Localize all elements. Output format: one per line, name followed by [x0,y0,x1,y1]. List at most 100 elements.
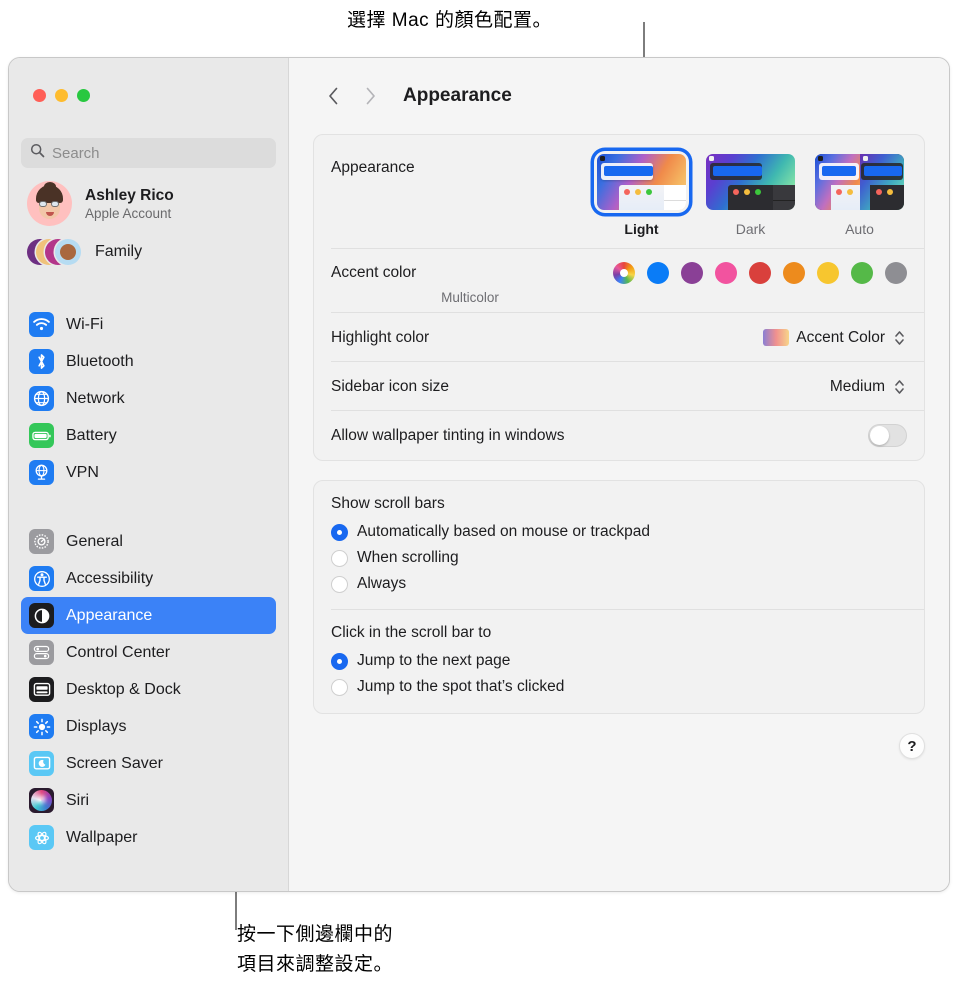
sidebar-item-vpn[interactable]: VPN [21,454,276,491]
radio-label: Jump to the next page [357,652,511,669]
callout-bottom-text: 按一下側邊欄中的 項目來調整設定。 [237,920,393,980]
theme-thumbnail-dark[interactable] [703,151,798,213]
sidebar-item-displays[interactable]: Displays [21,708,276,745]
radio-label: When scrolling [357,549,459,566]
accent-color-caption: Multicolor [441,290,499,305]
radio-button[interactable] [331,652,348,670]
sidebar-item-label: Appearance [66,606,153,624]
callout-top-text: 選擇 Mac 的顏色配置。 [347,10,552,31]
help-button[interactable]: ? [899,733,925,759]
minimize-button[interactable] [55,89,68,102]
accent-swatch-green[interactable] [851,262,873,284]
radio-option-spot-clicked[interactable]: Jump to the spot that’s clicked [331,674,907,700]
bluetooth-icon [29,349,54,374]
theme-option-light[interactable]: Light [594,151,689,237]
radio-option-always[interactable]: Always [331,571,907,597]
click-scroll-bar-block: Click in the scroll bar to Jump to the n… [314,610,924,713]
vpn-icon [29,460,54,485]
accent-swatch-multicolor[interactable] [613,262,635,284]
sidebar-item-notifications[interactable]: Notifications [21,888,276,891]
accent-swatch-blue[interactable] [647,262,669,284]
globe-icon [29,386,54,411]
sidebar-item-label: Control Center [66,643,171,661]
accent-color-label: Accent color [331,264,417,281]
wallpaper-icon [29,825,54,850]
search-icon [30,143,45,163]
highlight-color-swatch [763,329,790,346]
radio-option-automatically[interactable]: Automatically based on mouse or trackpad [331,519,907,545]
sidebar-item-family[interactable]: Family [21,230,276,274]
sidebar-item-label: Bluetooth [66,352,134,370]
radio-option-next-page[interactable]: Jump to the next page [331,648,907,674]
sidebar-item-label: VPN [66,463,99,481]
sidebar-icon-size-row[interactable]: Sidebar icon size Medium [314,362,924,411]
chevron-updown-icon[interactable] [892,327,907,349]
theme-option-auto[interactable]: Auto [812,151,907,237]
radio-option-when-scrolling[interactable]: When scrolling [331,545,907,571]
click-scroll-bar-title: Click in the scroll bar to [331,624,492,641]
content-pane: Appearance Appearance Light Dark Auto Ac… [289,58,949,891]
radio-button[interactable] [331,575,348,593]
appearance-row: Appearance Light Dark Auto [314,135,924,249]
wallpaper-tinting-toggle[interactable] [868,424,907,447]
sidebar-group-network: Wi-Fi Bluetooth Network Battery VPN [21,306,276,491]
desktop-dock-icon [29,677,54,702]
sidebar-icon-size-label: Sidebar icon size [331,377,450,395]
sidebar-item-bluetooth[interactable]: Bluetooth [21,343,276,380]
accent-swatch-pink[interactable] [715,262,737,284]
traffic-lights [33,89,90,102]
sidebar-item-label: Battery [66,426,117,444]
appearance-icon [29,603,54,628]
search-input[interactable]: Search [52,145,100,162]
chevron-right-icon[interactable] [354,80,386,112]
accent-swatch-yellow[interactable] [817,262,839,284]
wallpaper-tinting-row: Allow wallpaper tinting in windows [314,411,924,460]
chevron-left-icon[interactable] [317,80,349,112]
sidebar-item-accessibility[interactable]: Accessibility [21,560,276,597]
sidebar-item-label: Wi-Fi [66,315,104,333]
accent-swatch-purple[interactable] [681,262,703,284]
battery-icon [29,423,54,448]
radio-button[interactable] [331,523,348,541]
theme-option-dark[interactable]: Dark [703,151,798,237]
callout-bottom-line1: 按一下側邊欄中的 [237,924,394,945]
sidebar-item-wi-fi[interactable]: Wi-Fi [21,306,276,343]
sidebar-item-network[interactable]: Network [21,380,276,417]
avatar [27,181,72,226]
sidebar-item-desktop-and-dock[interactable]: Desktop & Dock [21,671,276,708]
theme-thumbnail-auto[interactable] [812,151,907,213]
accent-swatch-red[interactable] [749,262,771,284]
show-scroll-bars-title: Show scroll bars [331,495,445,512]
sidebar-item-label: General [66,532,123,550]
accent-swatch-graphite[interactable] [885,262,907,284]
sidebar-item-label: Network [66,389,125,407]
sidebar-item-general[interactable]: General [21,523,276,560]
sidebar-item-apple-account[interactable]: Ashley Rico Apple Account [21,168,276,230]
sidebar-item-control-center[interactable]: Control Center [21,634,276,671]
siri-icon [29,788,54,813]
account-name: Ashley Rico [85,186,174,204]
theme-thumbnail-light[interactable] [594,151,689,213]
radio-label: Automatically based on mouse or trackpad [357,523,650,540]
sidebar-item-wallpaper[interactable]: Wallpaper [21,819,276,856]
sidebar-group-system: General Accessibility Appearance Control… [21,523,276,856]
highlight-color-row[interactable]: Highlight color Accent Color [314,313,924,362]
search-field[interactable]: Search [21,138,276,168]
accessibility-icon [29,566,54,591]
sidebar-item-siri[interactable]: Siri [21,782,276,819]
zoom-button[interactable] [77,89,90,102]
sidebar-item-screen-saver[interactable]: Screen Saver [21,745,276,782]
theme-label-dark: Dark [735,221,766,237]
sidebar-item-label: Accessibility [66,569,154,587]
theme-options: Light Dark Auto [594,151,907,237]
radio-button[interactable] [331,678,348,696]
accent-swatch-orange[interactable] [783,262,805,284]
sidebar-item-battery[interactable]: Battery [21,417,276,454]
sidebar-item-label: Siri [66,791,90,809]
sidebar-item-appearance[interactable]: Appearance [21,597,276,634]
close-button[interactable] [33,89,46,102]
chevron-updown-icon[interactable] [892,376,907,398]
radio-button[interactable] [331,549,348,567]
scroll-bar-settings-card: Show scroll bars Automatically based on … [313,480,925,714]
displays-icon [29,714,54,739]
